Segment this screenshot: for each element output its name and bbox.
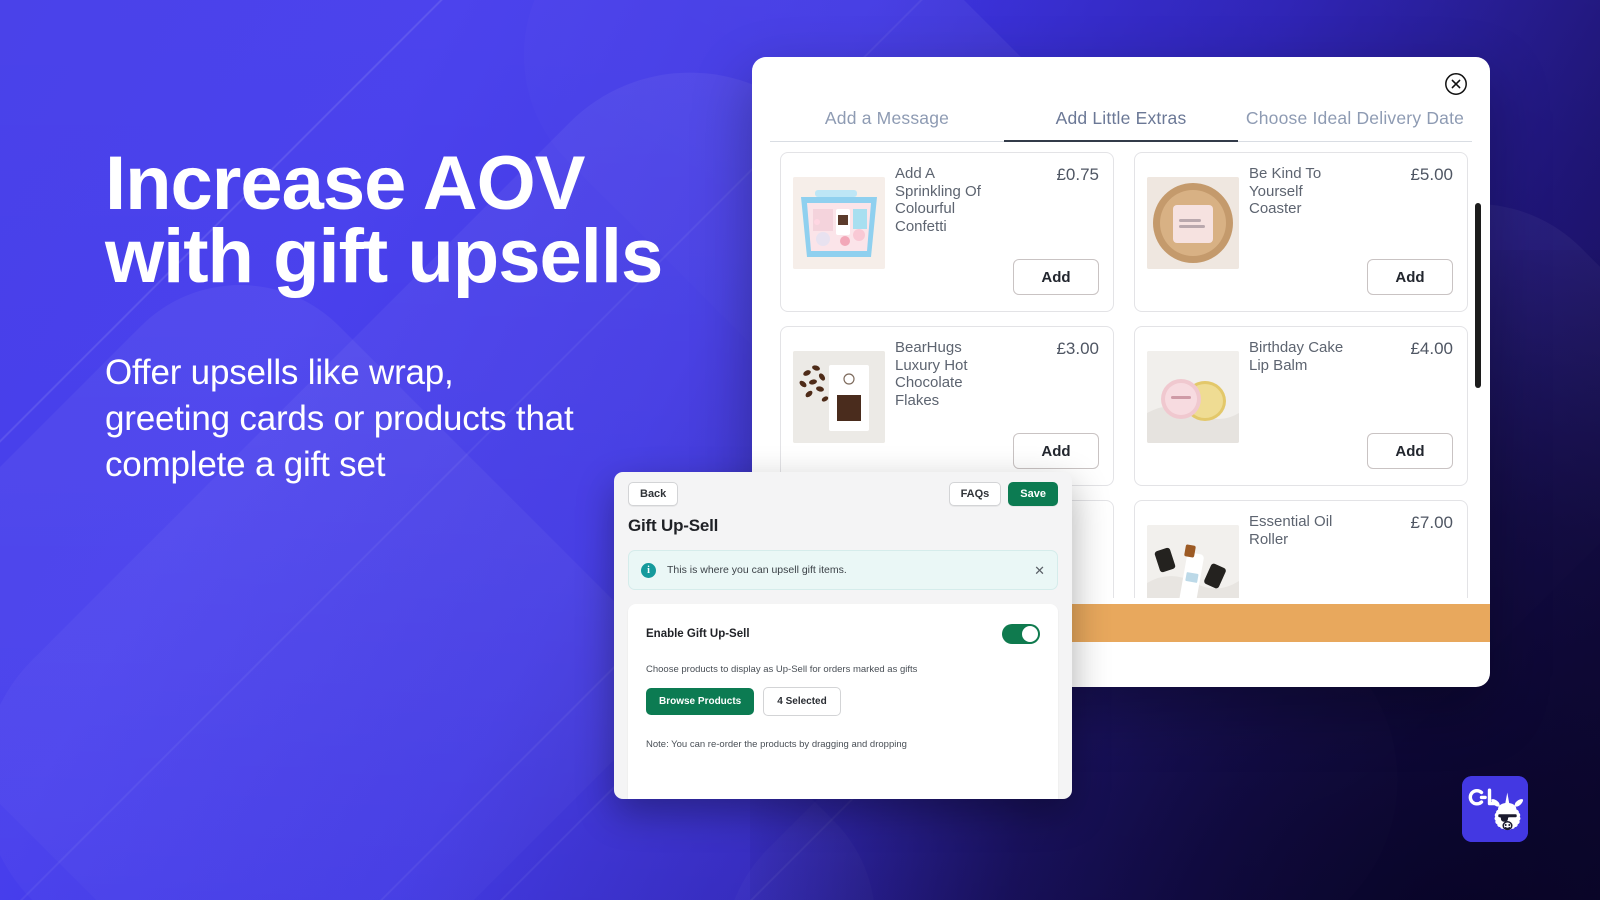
enable-upsell-row: Enable Gift Up-Sell xyxy=(646,624,1040,644)
info-banner-text: This is where you can upsell gift items. xyxy=(667,564,847,576)
gift-upsell-admin-panel: Back FAQs Save Gift Up-Sell i This is wh… xyxy=(614,472,1072,799)
product-body: Essential Oil Roller £7.00 Add xyxy=(1249,513,1453,598)
back-button[interactable]: Back xyxy=(628,482,679,506)
page-title: Gift Up-Sell xyxy=(628,516,719,535)
choose-products-helper-text: Choose products to display as Up-Sell fo… xyxy=(646,664,918,675)
product-price: £4.00 xyxy=(1410,339,1453,358)
add-product-button[interactable]: Add xyxy=(1013,433,1099,469)
product-selection-row: Browse Products 4 Selected xyxy=(646,687,1040,716)
close-circle-icon[interactable] xyxy=(1444,72,1468,96)
info-banner: i This is where you can upsell gift item… xyxy=(628,550,1058,590)
save-button[interactable]: Save xyxy=(1008,482,1058,506)
scrollbar-thumb[interactable] xyxy=(1475,203,1481,388)
product-price: £7.00 xyxy=(1410,513,1453,532)
settings-card: Enable Gift Up-Sell Choose products to d… xyxy=(628,604,1058,799)
product-top-row: BearHugs Luxury Hot Chocolate Flakes £3.… xyxy=(895,339,1099,410)
browse-products-button[interactable]: Browse Products xyxy=(646,688,755,715)
info-icon: i xyxy=(641,562,656,578)
product-card[interactable]: BearHugs Luxury Hot Chocolate Flakes £3.… xyxy=(780,326,1114,486)
product-top-row: Add A Sprinkling Of Colourful Confetti £… xyxy=(895,165,1099,236)
unicorn-llama-sunglasses-icon xyxy=(1462,776,1528,842)
product-card[interactable]: Add A Sprinkling Of Colourful Confetti £… xyxy=(780,152,1114,312)
chocolate-flakes-photo xyxy=(793,351,885,443)
add-product-button[interactable]: Add xyxy=(1367,259,1453,295)
product-title: BearHugs Luxury Hot Chocolate Flakes xyxy=(895,339,968,410)
product-card[interactable]: Essential Oil Roller £7.00 Add xyxy=(1134,500,1468,598)
hero-headline: Increase AOV with gift upsells xyxy=(105,141,663,299)
product-title: Birthday Cake Lip Balm xyxy=(1249,339,1344,374)
product-title: Add A Sprinkling Of Colourful Confetti xyxy=(895,165,981,236)
product-title: Be Kind To Yourself Coaster xyxy=(1249,165,1322,218)
tab-choose-ideal-delivery-date[interactable]: Choose Ideal Delivery Date xyxy=(1238,104,1472,141)
tab-add-little-extras[interactable]: Add Little Extras xyxy=(1004,104,1238,142)
product-body: Birthday Cake Lip Balm £4.00 Add xyxy=(1249,339,1453,473)
essential-oil-roller-photo xyxy=(1147,525,1239,598)
product-title: Essential Oil Roller xyxy=(1249,513,1333,548)
storefront-tabs: Add a Message Add Little Extras Choose I… xyxy=(770,104,1472,142)
product-body: BearHugs Luxury Hot Chocolate Flakes £3.… xyxy=(895,339,1099,473)
faqs-button[interactable]: FAQs xyxy=(948,482,1002,506)
product-top-row: Birthday Cake Lip Balm £4.00 xyxy=(1249,339,1453,374)
selected-count-button[interactable]: 4 Selected xyxy=(763,687,841,716)
add-product-button[interactable]: Add xyxy=(1013,259,1099,295)
product-card[interactable]: Birthday Cake Lip Balm £4.00 Add xyxy=(1134,326,1468,486)
admin-toolbar: Back FAQs Save xyxy=(614,472,1072,506)
enable-upsell-label: Enable Gift Up-Sell xyxy=(646,628,750,640)
hero-copy: Increase AOV with gift upsells Offer ups… xyxy=(105,141,705,488)
product-card[interactable]: Be Kind To Yourself Coaster £5.00 Add xyxy=(1134,152,1468,312)
product-body: Be Kind To Yourself Coaster £5.00 Add xyxy=(1249,165,1453,299)
admin-toolbar-right: FAQs Save xyxy=(948,482,1058,506)
product-top-row: Essential Oil Roller £7.00 xyxy=(1249,513,1453,548)
product-price: £5.00 xyxy=(1410,165,1453,184)
enable-upsell-toggle[interactable] xyxy=(1002,624,1040,644)
hero-subhead: Offer upsells like wrap, greeting cards … xyxy=(105,352,574,485)
lip-balm-photo xyxy=(1147,351,1239,443)
product-price: £0.75 xyxy=(1056,165,1099,184)
product-price: £3.00 xyxy=(1056,339,1099,358)
product-top-row: Be Kind To Yourself Coaster £5.00 xyxy=(1249,165,1453,218)
close-icon[interactable]: ✕ xyxy=(1034,564,1045,577)
product-body: Add A Sprinkling Of Colourful Confetti £… xyxy=(895,165,1099,299)
brand-logo xyxy=(1462,776,1528,842)
reorder-note-text: Note: You can re-order the products by d… xyxy=(646,739,907,750)
coaster-photo xyxy=(1147,177,1239,269)
confetti-gift-box-photo xyxy=(793,177,885,269)
add-product-button[interactable]: Add xyxy=(1367,433,1453,469)
tab-add-a-message[interactable]: Add a Message xyxy=(770,104,1004,141)
